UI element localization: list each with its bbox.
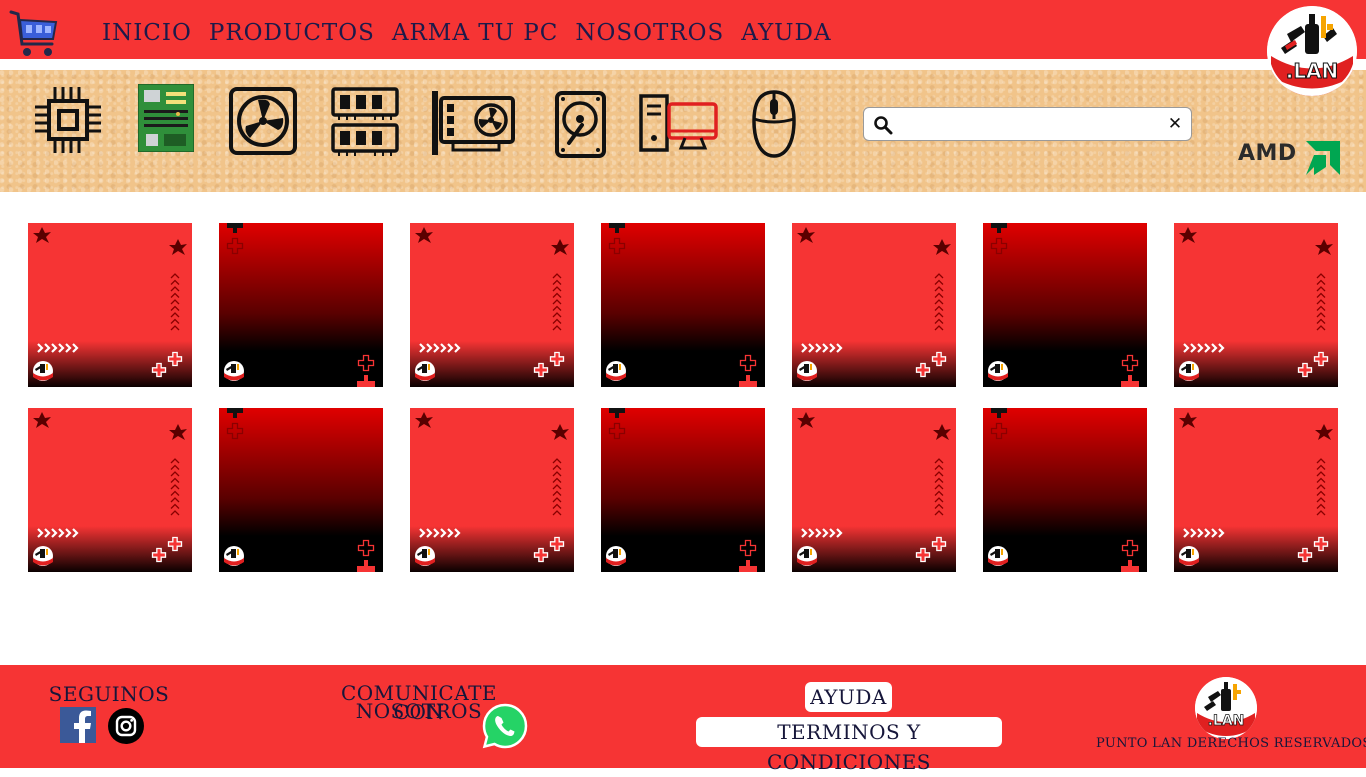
product-card-art bbox=[33, 412, 187, 566]
product-card-art bbox=[797, 227, 951, 381]
search-bar: ✕ bbox=[863, 107, 1192, 141]
product-card-art bbox=[606, 408, 757, 572]
product-card-art bbox=[224, 223, 375, 387]
nav-productos[interactable]: PRODUCTOS bbox=[209, 20, 375, 46]
product-card[interactable] bbox=[28, 223, 192, 387]
terms-button[interactable]: TERMINOS Y CONDICIONES bbox=[696, 717, 1002, 774]
shopping-cart-icon[interactable] bbox=[8, 8, 60, 60]
nav-inicio[interactable]: INICIO bbox=[102, 20, 192, 46]
amd-brand-label[interactable]: AMD bbox=[1238, 141, 1297, 166]
product-card[interactable] bbox=[792, 223, 956, 387]
search-icon[interactable] bbox=[873, 115, 893, 135]
logo-text: .LAN bbox=[1285, 59, 1339, 84]
rights-text: PUNTO LAN DERECHOS RESERVADOS bbox=[1096, 736, 1366, 751]
search-input[interactable] bbox=[900, 112, 1170, 136]
product-card[interactable] bbox=[601, 408, 765, 572]
product-card-art bbox=[988, 408, 1139, 572]
product-card-art bbox=[606, 223, 757, 387]
nav-ayuda[interactable]: AYUDA bbox=[741, 20, 831, 46]
clear-search-icon[interactable]: ✕ bbox=[1165, 113, 1185, 135]
desktop-pc-icon[interactable] bbox=[639, 94, 719, 152]
product-card[interactable] bbox=[219, 408, 383, 572]
header-divider bbox=[0, 59, 1366, 70]
product-card-art bbox=[415, 412, 569, 566]
mouse-icon[interactable] bbox=[751, 89, 797, 159]
product-card[interactable] bbox=[1174, 408, 1338, 572]
product-card[interactable] bbox=[410, 223, 574, 387]
nav-nosotros[interactable]: NOSOTROS bbox=[575, 20, 724, 46]
cpu-icon[interactable] bbox=[33, 85, 103, 155]
hard-drive-icon[interactable] bbox=[555, 91, 606, 158]
product-card[interactable] bbox=[983, 223, 1147, 387]
whatsapp-icon[interactable] bbox=[482, 703, 528, 749]
product-card[interactable] bbox=[601, 223, 765, 387]
motherboard-icon[interactable] bbox=[138, 84, 194, 152]
main-nav: INICIO PRODUCTOS ARMA TU PC NOSOTROS AYU… bbox=[102, 20, 849, 46]
nav-arma-tu-pc[interactable]: ARMA TU PC bbox=[392, 20, 559, 46]
product-card-art bbox=[33, 227, 187, 381]
ram-icon[interactable] bbox=[331, 86, 399, 156]
product-card[interactable] bbox=[410, 408, 574, 572]
follow-title: SEGUINOS bbox=[48, 682, 170, 706]
product-card-art bbox=[797, 412, 951, 566]
help-button[interactable]: AYUDA bbox=[805, 682, 892, 712]
product-card-art bbox=[1179, 227, 1333, 381]
brand-logo[interactable]: .LAN bbox=[1267, 6, 1357, 96]
instagram-icon[interactable] bbox=[108, 708, 144, 744]
product-card-art bbox=[415, 227, 569, 381]
power-supply-icon[interactable] bbox=[228, 86, 298, 156]
footer bbox=[0, 665, 1366, 768]
amd-logo-icon[interactable] bbox=[1306, 141, 1340, 175]
product-card[interactable] bbox=[28, 408, 192, 572]
footer-logo[interactable]: .LAN bbox=[1195, 677, 1257, 739]
product-card[interactable] bbox=[792, 408, 956, 572]
graphics-card-icon[interactable] bbox=[431, 90, 515, 156]
product-card-art bbox=[1179, 412, 1333, 566]
product-card[interactable] bbox=[1174, 223, 1338, 387]
top-navbar: INICIO PRODUCTOS ARMA TU PC NOSOTROS AYU… bbox=[0, 0, 1366, 59]
product-card-art bbox=[224, 408, 375, 572]
product-card-art bbox=[988, 223, 1139, 387]
product-card[interactable] bbox=[219, 223, 383, 387]
facebook-icon[interactable] bbox=[60, 707, 96, 743]
footer-logo-text: .LAN bbox=[1207, 713, 1245, 730]
product-card[interactable] bbox=[983, 408, 1147, 572]
